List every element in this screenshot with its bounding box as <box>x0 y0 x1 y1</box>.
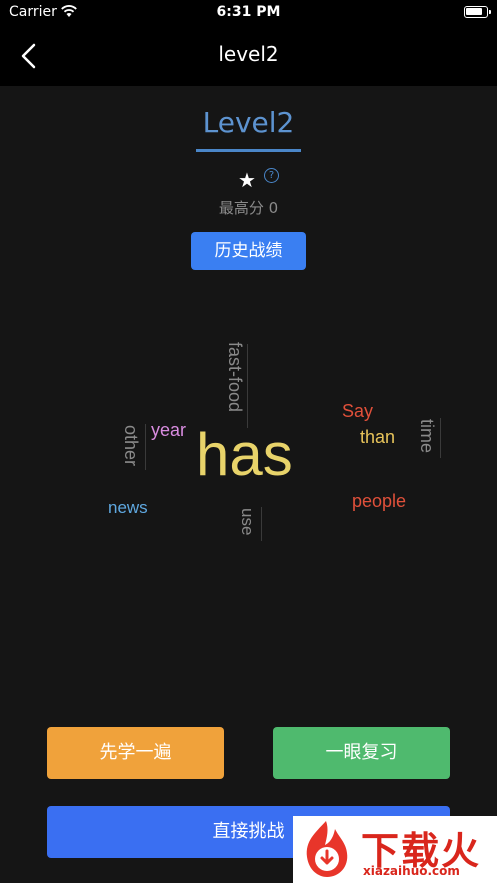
word-say[interactable]: Say <box>342 401 373 422</box>
word-news[interactable]: news <box>108 498 148 518</box>
word-use[interactable]: use <box>237 508 257 535</box>
word-divider <box>145 424 146 470</box>
history-record-button[interactable]: 历史战绩 <box>191 232 306 270</box>
word-has[interactable]: has <box>196 420 293 489</box>
word-other[interactable]: other <box>120 425 141 466</box>
clock: 6:31 PM <box>216 4 281 20</box>
quick-review-button[interactable]: 一眼复习 <box>273 727 450 779</box>
watermark: 下载火 xiazaihuo.com <box>293 816 497 883</box>
word-fast-food[interactable]: fast-food <box>224 342 245 412</box>
word-divider <box>440 418 441 458</box>
help-icon[interactable]: ? <box>264 168 279 183</box>
watermark-url: xiazaihuo.com <box>363 864 460 878</box>
word-than[interactable]: than <box>360 427 395 448</box>
level-tab[interactable]: Level2 <box>196 106 301 152</box>
word-divider <box>261 507 262 541</box>
battery-icon <box>464 6 491 18</box>
word-time[interactable]: time <box>416 419 437 453</box>
level-tab-underline <box>196 149 301 152</box>
word-year[interactable]: year <box>151 420 186 441</box>
flame-logo-icon <box>306 821 348 877</box>
status-bar: Carrier 6:31 PM <box>0 0 497 26</box>
learn-first-button[interactable]: 先学一遍 <box>47 727 224 779</box>
page-title: level2 <box>218 42 279 66</box>
best-score-label: 最高分 0 <box>218 199 279 217</box>
level-tab-label: Level2 <box>202 106 295 139</box>
star-icon: ★ <box>238 168 256 192</box>
navigation-bar: level2 <box>0 26 497 86</box>
word-people[interactable]: people <box>352 491 406 512</box>
word-divider <box>247 344 248 428</box>
